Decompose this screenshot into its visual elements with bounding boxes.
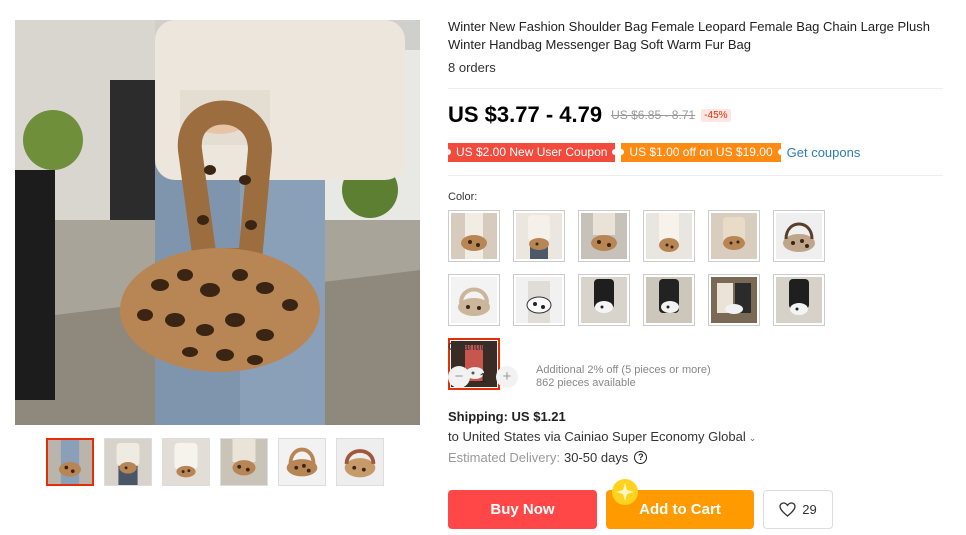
divider xyxy=(448,175,943,176)
divider xyxy=(448,88,943,89)
shipping-cost: Shipping: US $1.21 xyxy=(448,409,566,424)
heart-icon xyxy=(779,502,796,517)
thumbnail-5[interactable] xyxy=(278,438,326,486)
main-product-image[interactable] xyxy=(15,20,420,425)
spend-off-coupon[interactable]: US $1.00 off on US $19.00 xyxy=(618,143,784,162)
color-swatch[interactable] xyxy=(773,210,825,262)
color-swatch[interactable] xyxy=(513,274,565,326)
thumbnail-6[interactable] xyxy=(336,438,384,486)
quantity-note: Additional 2% off (5 pieces or more) 862… xyxy=(536,364,711,390)
wishlist-count: 29 xyxy=(802,502,817,517)
color-swatches xyxy=(448,210,888,390)
buy-now-button[interactable]: Buy Now xyxy=(448,490,597,529)
stock-available: 862 pieces available xyxy=(536,377,636,389)
decrease-quantity-button[interactable]: − xyxy=(448,366,470,388)
quantity-stepper: − + Additional 2% off (5 pieces or more)… xyxy=(448,364,711,390)
add-to-cart-label: Add to Cart xyxy=(639,501,721,518)
bulk-discount-note: Additional 2% off (5 pieces or more) xyxy=(536,364,711,376)
increase-quantity-button[interactable]: + xyxy=(496,366,518,388)
thumbnail-3[interactable] xyxy=(162,438,210,486)
color-swatch[interactable] xyxy=(448,210,500,262)
color-swatch[interactable] xyxy=(448,274,500,326)
thumbnail-1[interactable] xyxy=(46,438,94,486)
new-user-coupon[interactable]: US $2.00 New User Coupon xyxy=(444,143,619,162)
order-count: 8 orders xyxy=(448,60,496,75)
current-price: US $3.77 - 4.79 xyxy=(448,102,603,127)
help-icon[interactable]: ? xyxy=(634,451,648,464)
color-swatch[interactable] xyxy=(643,210,695,262)
original-price: US $6.85 - 8.71 xyxy=(611,108,696,122)
coupon-row: US $2.00 New User Coupon US $1.00 off on… xyxy=(444,143,861,162)
quantity-input[interactable] xyxy=(470,369,496,385)
product-title: Winter New Fashion Shoulder Bag Female L… xyxy=(448,19,930,52)
color-swatch[interactable] xyxy=(773,274,825,326)
color-label: Color: xyxy=(448,191,478,203)
color-swatch[interactable] xyxy=(708,274,760,326)
price-row: US $3.77 - 4.79 US $6.85 - 8.71 -45% xyxy=(448,102,731,128)
color-swatch[interactable] xyxy=(578,274,630,326)
shipping-method-selector[interactable]: to United States via Cainiao Super Econo… xyxy=(448,429,756,444)
purchase-actions: Buy Now Add to Cart 29 xyxy=(448,479,833,529)
delivery-label: Estimated Delivery: xyxy=(448,450,560,465)
add-to-cart-button[interactable]: Add to Cart xyxy=(606,479,754,529)
estimated-delivery: Estimated Delivery: 30-50 days ? xyxy=(448,450,648,465)
wishlist-button[interactable]: 29 xyxy=(763,490,833,529)
color-swatch[interactable] xyxy=(578,210,630,262)
delivery-days: 30-50 days xyxy=(563,450,629,465)
color-swatch[interactable] xyxy=(643,274,695,326)
coin-sparkle-icon xyxy=(612,479,638,505)
shipping-route: to United States via Cainiao Super Econo… xyxy=(448,429,746,444)
thumbnail-strip xyxy=(46,438,384,486)
color-swatch[interactable] xyxy=(708,210,760,262)
get-coupons-link[interactable]: Get coupons xyxy=(787,145,861,160)
quantity-label: Quantity: xyxy=(448,341,493,353)
color-swatch[interactable] xyxy=(513,210,565,262)
thumbnail-4[interactable] xyxy=(220,438,268,486)
thumbnail-2[interactable] xyxy=(104,438,152,486)
discount-badge: -45% xyxy=(701,108,731,122)
chevron-down-icon: ⌄ xyxy=(748,433,757,443)
